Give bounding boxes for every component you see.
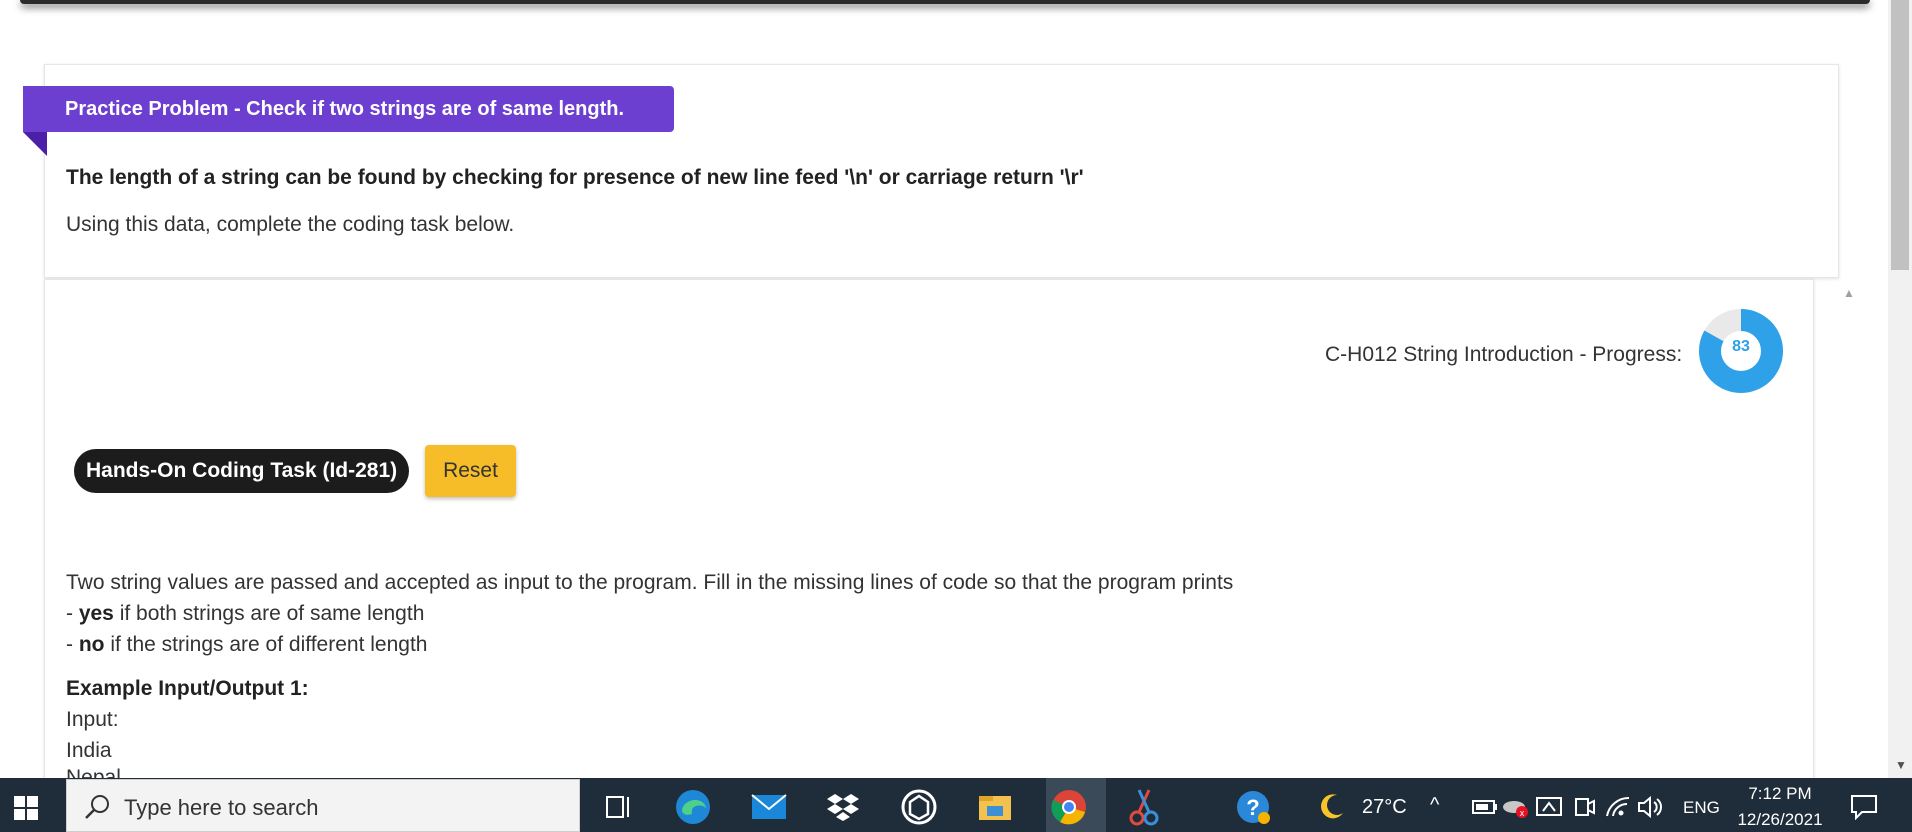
app-icon[interactable] xyxy=(899,787,939,827)
chrome-icon[interactable] xyxy=(1049,787,1089,827)
reset-button[interactable]: Reset xyxy=(425,445,516,497)
network-icon[interactable] xyxy=(1529,787,1569,827)
bullet-yes: - yes if both strings are of same length xyxy=(66,598,1566,629)
weather-moon-icon xyxy=(1311,787,1351,827)
bullet-yes-keyword: yes xyxy=(78,602,114,625)
volume-icon[interactable] xyxy=(1630,787,1670,827)
task-view-icon[interactable] xyxy=(599,787,639,827)
browser-top-shadow xyxy=(20,0,1870,4)
task-title-badge: Hands-On Coding Task (Id-281) xyxy=(74,449,410,493)
panel-scroll-up-icon[interactable]: ▲ xyxy=(1843,286,1855,300)
description-line: Two string values are passed and accepte… xyxy=(66,571,1234,594)
page-scrollbar-thumb[interactable] xyxy=(1891,0,1909,270)
file-explorer-icon[interactable] xyxy=(975,787,1015,827)
example-input-line: India xyxy=(66,739,112,762)
notification-icon[interactable] xyxy=(1844,787,1884,827)
windows-start-icon[interactable] xyxy=(14,796,38,820)
weather-temperature[interactable]: 27°C xyxy=(1362,796,1407,819)
progress-label: C-H012 String Introduction - Progress: xyxy=(1325,343,1683,366)
example-title: Example Input/Output 1: xyxy=(66,677,309,700)
edge-icon[interactable] xyxy=(673,787,713,827)
bullet-yes-text: if both strings are of same length xyxy=(113,602,425,625)
bullet-prefix: - xyxy=(66,602,79,625)
problem-hint-sub: Using this data, complete the coding tas… xyxy=(66,213,515,236)
bullet-prefix: - xyxy=(66,633,79,656)
bullet-no-keyword: no xyxy=(78,633,105,656)
bullet-no: - no if the strings are of different len… xyxy=(66,629,1566,660)
dropbox-icon[interactable] xyxy=(823,787,863,827)
search-icon xyxy=(85,795,109,819)
taskbar-search-placeholder[interactable]: Type here to search xyxy=(124,795,318,821)
scroll-down-icon[interactable]: ▼ xyxy=(1895,758,1907,772)
svg-text:x: x xyxy=(1520,808,1525,818)
chevron-up-icon[interactable]: ^ xyxy=(1430,794,1439,817)
language-indicator[interactable]: ENG xyxy=(1683,798,1720,818)
problem-banner: Practice Problem - Check if two strings … xyxy=(23,86,674,132)
help-icon[interactable]: ? xyxy=(1233,787,1273,827)
example-input-line: Nepal xyxy=(66,768,121,778)
banner-fold xyxy=(23,132,47,156)
svg-text:?: ? xyxy=(1246,795,1259,820)
snipping-tool-icon[interactable] xyxy=(1124,787,1164,827)
problem-hint: The length of a string can be found by c… xyxy=(66,166,1084,189)
task-description: Two string values are passed and accepte… xyxy=(66,567,1566,660)
progress-value: 83 xyxy=(1732,338,1750,355)
clock-time[interactable]: 7:12 PM xyxy=(1730,784,1830,804)
example-input-label: Input: xyxy=(66,708,119,731)
bullet-no-text: if the strings are of different length xyxy=(104,633,428,656)
mail-icon[interactable] xyxy=(749,787,789,827)
clock-date[interactable]: 12/26/2021 xyxy=(1730,810,1830,830)
